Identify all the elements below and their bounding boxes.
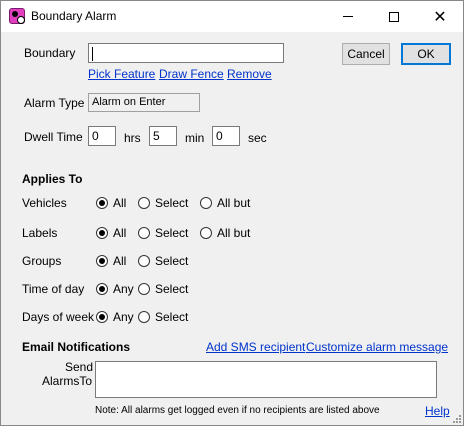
radio-checked-icon	[96, 255, 108, 267]
boundary-alarm-app-icon	[9, 8, 25, 24]
radio-unchecked-icon	[138, 283, 150, 295]
time-of-day-label: Time of day	[22, 282, 85, 296]
customize-alarm-message-link[interactable]: Customize alarm message	[306, 340, 448, 354]
days-of-week-any-radio[interactable]: Any	[96, 310, 134, 324]
maximize-icon	[389, 11, 399, 22]
radio-unchecked-icon	[138, 227, 150, 239]
labels-select-radio[interactable]: Select	[138, 226, 188, 240]
title-bar: Boundary Alarm ✕	[1, 1, 463, 32]
send-label: Send	[65, 360, 94, 374]
time-of-day-any-radio[interactable]: Any	[96, 282, 134, 296]
radio-checked-icon	[96, 197, 108, 209]
text-caret	[92, 46, 93, 61]
labels-label: Labels	[22, 226, 58, 240]
hrs-unit-label: hrs	[124, 131, 141, 145]
groups-select-radio[interactable]: Select	[138, 254, 188, 268]
dwell-seconds-input[interactable]: 0	[212, 126, 240, 146]
days-of-week-label: Days of week	[22, 310, 95, 324]
vehicles-select-radio[interactable]: Select	[138, 196, 188, 210]
alarm-type-field: Alarm on Enter	[88, 93, 200, 112]
labels-all-radio[interactable]: All	[96, 226, 126, 240]
ok-button[interactable]: OK	[401, 43, 451, 65]
radio-checked-icon	[96, 283, 108, 295]
vehicles-label: Vehicles	[22, 196, 67, 210]
boundary-label: Boundary	[24, 46, 76, 60]
add-sms-recipient-link[interactable]: Add SMS recipient	[206, 340, 305, 354]
close-button[interactable]: ✕	[417, 1, 463, 32]
vehicles-all-radio[interactable]: All	[96, 196, 126, 210]
groups-label: Groups	[22, 254, 62, 268]
remove-link[interactable]: Remove	[227, 67, 272, 81]
boundary-alarm-window: Boundary Alarm ✕ Boundary Pick Feature D…	[0, 0, 464, 426]
vehicles-all-but-radio[interactable]: All but	[200, 196, 250, 210]
time-of-day-select-radio[interactable]: Select	[138, 282, 188, 296]
groups-all-radio[interactable]: All	[96, 254, 126, 268]
email-notifications-heading: Email Notifications	[22, 340, 131, 354]
applies-to-heading: Applies To	[22, 172, 83, 186]
radio-unchecked-icon	[138, 197, 150, 209]
minimize-icon	[343, 16, 353, 17]
dwell-hours-input[interactable]: 0	[88, 126, 116, 146]
cancel-button[interactable]: Cancel	[342, 43, 390, 65]
radio-unchecked-icon	[200, 197, 212, 209]
min-unit-label: min	[185, 131, 205, 145]
close-icon: ✕	[433, 6, 447, 26]
radio-unchecked-icon	[200, 227, 212, 239]
labels-all-but-radio[interactable]: All but	[200, 226, 250, 240]
draw-fence-link[interactable]: Draw Fence	[159, 67, 224, 81]
maximize-button[interactable]	[371, 1, 417, 32]
send-alarms-to-input[interactable]	[95, 361, 437, 398]
days-of-week-select-radio[interactable]: Select	[138, 310, 188, 324]
radio-checked-icon	[96, 227, 108, 239]
radio-checked-icon	[96, 311, 108, 323]
logging-note: Note: All alarms get logged even if no r…	[95, 405, 380, 416]
alarm-type-label: Alarm Type	[24, 96, 85, 110]
dwell-time-label: Dwell Time	[24, 130, 83, 144]
minimize-button[interactable]	[325, 1, 371, 32]
pick-feature-link[interactable]: Pick Feature	[88, 67, 155, 81]
radio-unchecked-icon	[138, 255, 150, 267]
alarms-to-label: AlarmsTo	[42, 374, 93, 388]
resize-grip-icon[interactable]	[451, 413, 461, 423]
radio-unchecked-icon	[138, 311, 150, 323]
help-link[interactable]: Help	[425, 404, 450, 418]
boundary-input[interactable]	[88, 43, 284, 63]
window-title: Boundary Alarm	[31, 9, 117, 23]
dwell-minutes-input[interactable]: 5	[149, 126, 177, 146]
sec-unit-label: sec	[248, 131, 267, 145]
